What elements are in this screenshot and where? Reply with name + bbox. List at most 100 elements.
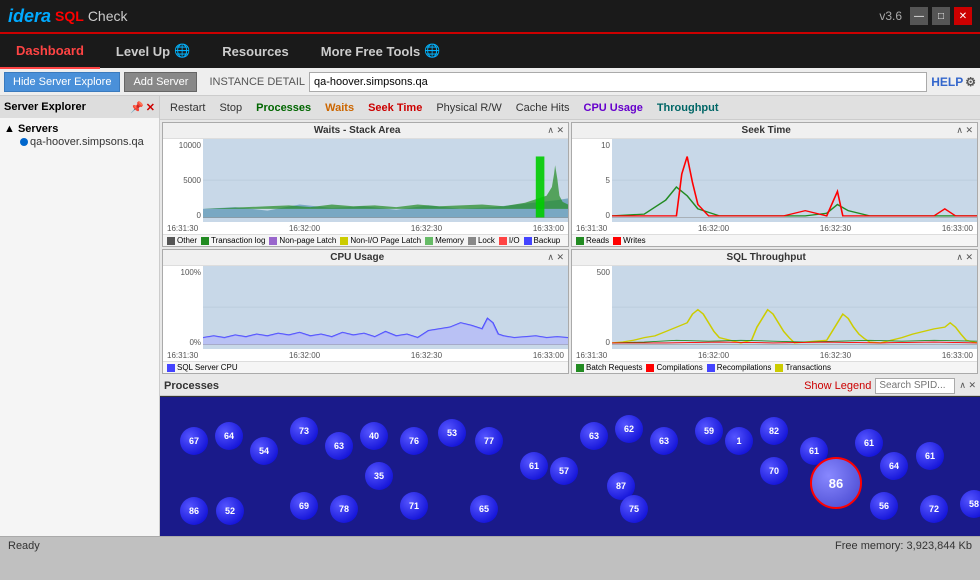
processes-controls: Show Legend ∧ ✕ bbox=[804, 378, 976, 394]
process-bubble-57[interactable]: 57 bbox=[550, 457, 578, 485]
process-bubble-59[interactable]: 59 bbox=[695, 417, 723, 445]
processes-bubble-area: 6764547363407653776362635918261616135578… bbox=[160, 396, 980, 536]
status-bar: Ready Free memory: 3,923,844 Kb bbox=[0, 536, 980, 554]
cpu-xaxis: 16:31:30 16:32:00 16:32:30 16:33:00 bbox=[163, 349, 568, 361]
tab-seek[interactable]: Seek Time bbox=[362, 97, 428, 119]
tab-cpu[interactable]: CPU Usage bbox=[578, 97, 649, 119]
logo-text: idera bbox=[8, 6, 51, 27]
close-button[interactable]: ✕ bbox=[954, 7, 972, 25]
close-explorer-icon[interactable]: ✕ bbox=[146, 101, 155, 114]
throughput-chart-content bbox=[612, 266, 977, 349]
nav-dashboard[interactable]: Dashboard bbox=[0, 33, 100, 69]
process-bubble-82[interactable]: 82 bbox=[760, 417, 788, 445]
seektime-chart-controls[interactable]: ∧ ✕ bbox=[956, 125, 973, 136]
waits-chart-content bbox=[203, 139, 568, 222]
process-bubble-35[interactable]: 35 bbox=[365, 462, 393, 490]
waits-chart-controls[interactable]: ∧ ✕ bbox=[547, 125, 564, 136]
process-bubble-61[interactable]: 61 bbox=[520, 452, 548, 480]
seektime-chart-body: 10 5 0 bbox=[572, 139, 977, 222]
process-bubble-63[interactable]: 63 bbox=[580, 422, 608, 450]
tab-processes[interactable]: Processes bbox=[250, 97, 317, 119]
process-bubble-70[interactable]: 70 bbox=[760, 457, 788, 485]
process-bubble-54[interactable]: 54 bbox=[250, 437, 278, 465]
throughput-chart-controls[interactable]: ∧ ✕ bbox=[956, 252, 973, 263]
process-bubble-78[interactable]: 78 bbox=[330, 495, 358, 523]
process-bubble-75[interactable]: 75 bbox=[620, 495, 648, 523]
search-spid-input[interactable] bbox=[875, 378, 955, 394]
show-legend-button[interactable]: Show Legend bbox=[804, 380, 871, 392]
nav-levelup[interactable]: Level Up 🌐 bbox=[100, 33, 206, 69]
legend-nonio-dot bbox=[340, 237, 348, 245]
tab-waits[interactable]: Waits bbox=[319, 97, 360, 119]
cpu-chart: CPU Usage ∧ ✕ 100% 0% bbox=[162, 249, 569, 374]
processes-title: Processes bbox=[164, 380, 219, 392]
legend-cpu-dot bbox=[167, 364, 175, 372]
pin-icon[interactable]: 📌 bbox=[130, 101, 144, 114]
nav-resources[interactable]: Resources bbox=[206, 33, 304, 69]
tab-physrw[interactable]: Physical R/W bbox=[430, 97, 507, 119]
process-bubble-86[interactable]: 86 bbox=[810, 457, 862, 509]
throughput-legend: Batch Requests Compilations Recompilatio… bbox=[572, 361, 977, 373]
throughput-xaxis: 16:31:30 16:32:00 16:32:30 16:33:00 bbox=[572, 349, 977, 361]
waits-chart: Waits - Stack Area ∧ ✕ 10000 5000 0 bbox=[162, 122, 569, 247]
process-bubble-72[interactable]: 72 bbox=[920, 495, 948, 523]
process-bubble-58[interactable]: 58 bbox=[960, 490, 980, 518]
explorer-tree: ▲ Servers qa-hoover.simpsons.qa bbox=[0, 118, 159, 152]
tab-cache[interactable]: Cache Hits bbox=[510, 97, 576, 119]
hide-server-button[interactable]: Hide Server Explore bbox=[4, 72, 120, 92]
cpu-chart-titlebar: CPU Usage ∧ ✕ bbox=[163, 250, 568, 266]
cpu-chart-controls[interactable]: ∧ ✕ bbox=[547, 252, 564, 263]
process-bubble-53[interactable]: 53 bbox=[438, 419, 466, 447]
help-button[interactable]: HELP ⚙ bbox=[931, 75, 976, 89]
legend-recomp-dot bbox=[707, 364, 715, 372]
charts-area: Waits - Stack Area ∧ ✕ 10000 5000 0 bbox=[160, 120, 980, 376]
process-bubble-65[interactable]: 65 bbox=[470, 495, 498, 523]
process-bubble-61[interactable]: 61 bbox=[916, 442, 944, 470]
tab-stop[interactable]: Stop bbox=[213, 97, 248, 119]
process-bubble-64[interactable]: 64 bbox=[215, 422, 243, 450]
legend-batch-dot bbox=[576, 364, 584, 372]
waits-yaxis: 10000 5000 0 bbox=[163, 139, 203, 222]
processes-section: Processes Show Legend ∧ ✕ 67645473634076… bbox=[160, 376, 980, 536]
legend-lock-dot bbox=[468, 237, 476, 245]
tab-throughput[interactable]: Throughput bbox=[651, 97, 725, 119]
tab-restart[interactable]: Restart bbox=[164, 97, 211, 119]
tree-instance[interactable]: qa-hoover.simpsons.qa bbox=[4, 136, 155, 148]
logo-area: idera SQL Check bbox=[8, 6, 128, 27]
process-bubble-86[interactable]: 86 bbox=[180, 497, 208, 525]
process-bubble-67[interactable]: 67 bbox=[180, 427, 208, 455]
waits-chart-titlebar: Waits - Stack Area ∧ ✕ bbox=[163, 123, 568, 139]
process-bubble-77[interactable]: 77 bbox=[475, 427, 503, 455]
legend-nonpage-dot bbox=[269, 237, 277, 245]
process-bubble-71[interactable]: 71 bbox=[400, 492, 428, 520]
instance-input[interactable] bbox=[309, 72, 927, 92]
waits-chart-body: 10000 5000 0 bbox=[163, 139, 568, 222]
process-bubble-1[interactable]: 1 bbox=[725, 427, 753, 455]
maximize-button[interactable]: □ bbox=[932, 7, 950, 25]
processes-close-controls[interactable]: ∧ ✕ bbox=[959, 380, 976, 391]
process-bubble-62[interactable]: 62 bbox=[615, 415, 643, 443]
add-server-button[interactable]: Add Server bbox=[124, 72, 197, 92]
process-bubble-61[interactable]: 61 bbox=[855, 429, 883, 457]
process-bubble-63[interactable]: 63 bbox=[325, 432, 353, 460]
nav-moretools[interactable]: More Free Tools 🌐 bbox=[305, 33, 457, 69]
instance-label: INSTANCE DETAIL bbox=[209, 76, 305, 88]
legend-backup-dot bbox=[524, 237, 532, 245]
explorer-title: Server Explorer bbox=[4, 101, 86, 113]
process-bubble-69[interactable]: 69 bbox=[290, 492, 318, 520]
window-controls: — □ ✕ bbox=[910, 7, 972, 25]
minimize-button[interactable]: — bbox=[910, 7, 928, 25]
process-bubble-52[interactable]: 52 bbox=[216, 497, 244, 525]
process-bubble-40[interactable]: 40 bbox=[360, 422, 388, 450]
seektime-chart-titlebar: Seek Time ∧ ✕ bbox=[572, 123, 977, 139]
process-bubble-56[interactable]: 56 bbox=[870, 492, 898, 520]
legend-io-dot bbox=[499, 237, 507, 245]
moretools-icon: 🌐 bbox=[424, 43, 440, 59]
process-bubble-64[interactable]: 64 bbox=[880, 452, 908, 480]
process-bubble-76[interactable]: 76 bbox=[400, 427, 428, 455]
content-area: Restart Stop Processes Waits Seek Time P… bbox=[160, 96, 980, 536]
throughput-chart-titlebar: SQL Throughput ∧ ✕ bbox=[572, 250, 977, 266]
process-bubble-63[interactable]: 63 bbox=[650, 427, 678, 455]
process-bubble-73[interactable]: 73 bbox=[290, 417, 318, 445]
legend-comp-dot bbox=[646, 364, 654, 372]
